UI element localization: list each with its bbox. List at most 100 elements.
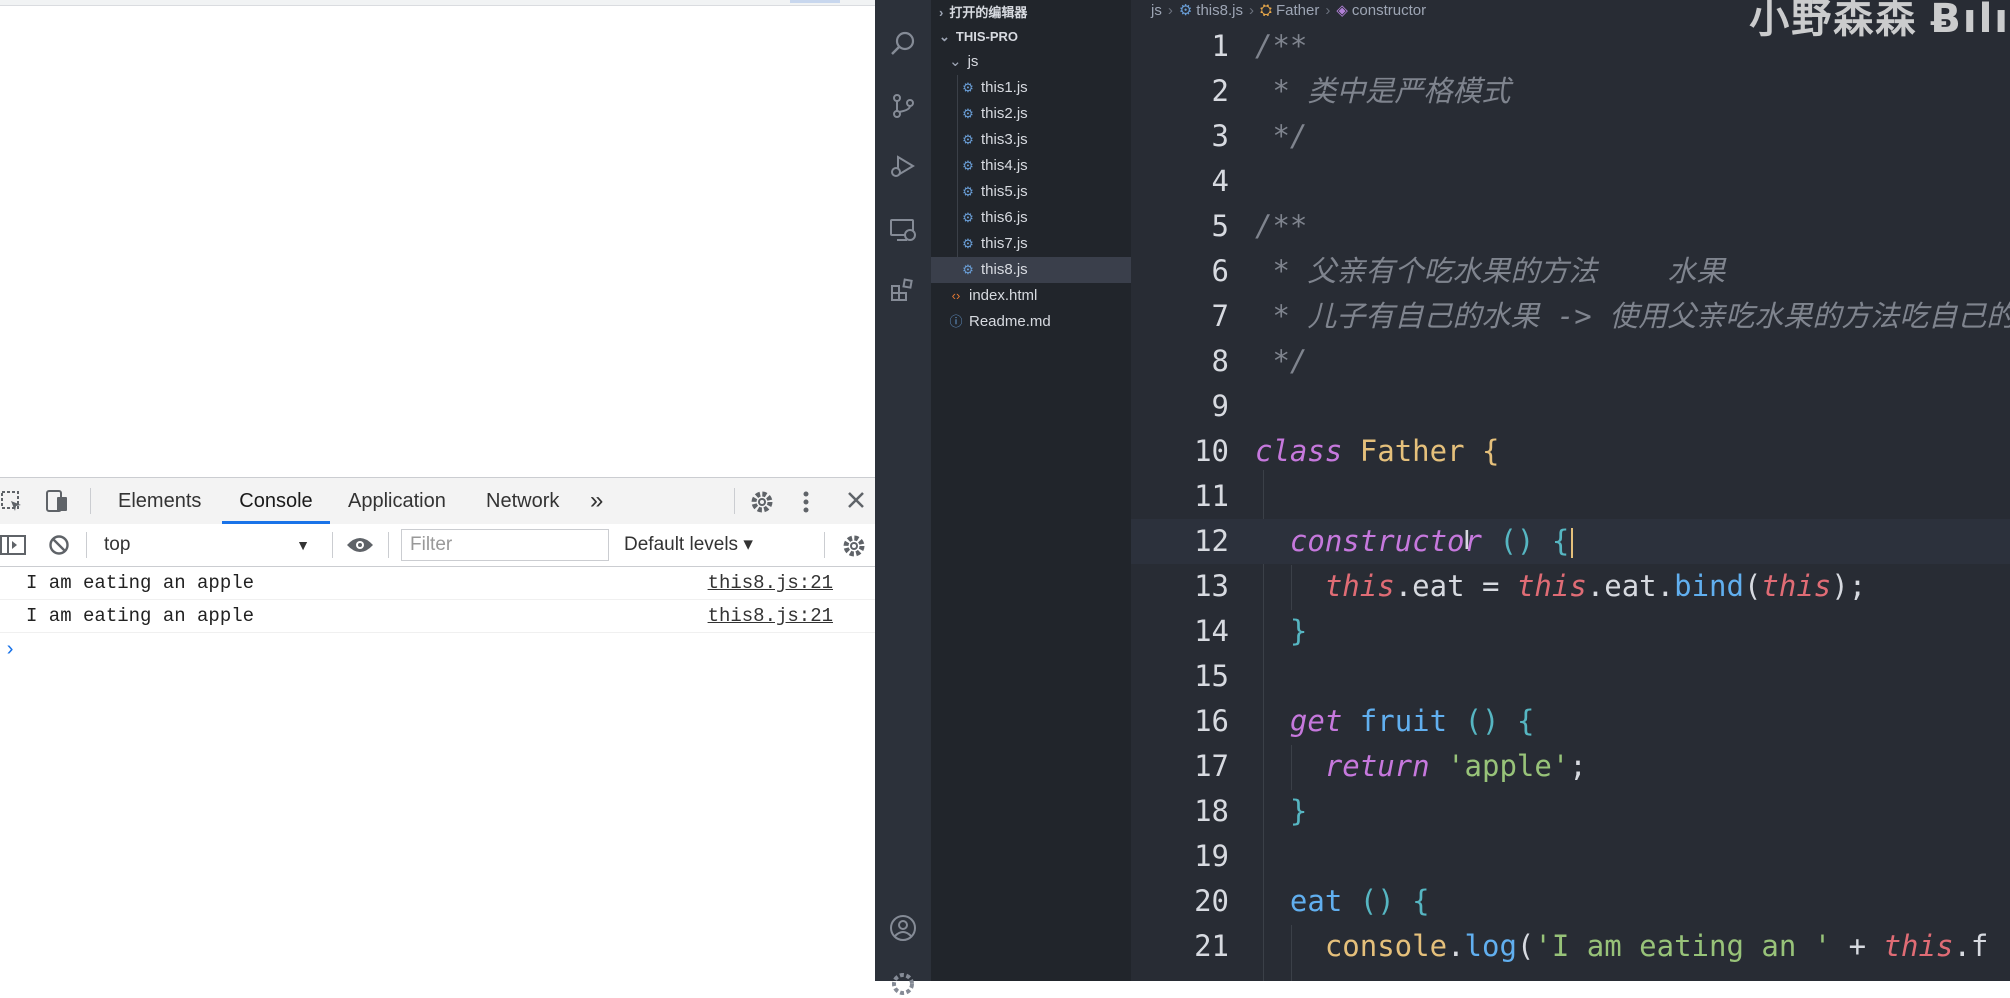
code-line: 5 /** (1131, 204, 2010, 249)
explorer-file[interactable]: ⚙ this3.js (931, 127, 1161, 153)
explorer-file[interactable]: ⚙ this4.js (931, 153, 1161, 179)
search-icon[interactable] (889, 30, 917, 58)
close-devtools-icon[interactable] (846, 490, 866, 514)
toolbar-separator (86, 532, 87, 558)
comment-token: * 类中是严格模式 (1255, 74, 1511, 108)
comment-token: */ (1255, 119, 1308, 153)
console-settings-gear-icon[interactable] (842, 534, 866, 562)
settings-gear-icon[interactable] (750, 490, 774, 518)
code-line: 21 console.log('I am eating an ' + this.… (1131, 924, 2010, 969)
project-folder[interactable]: ⌄ THIS-PRO (931, 24, 1139, 50)
open-editors-section[interactable]: › 打开的编辑器 (931, 0, 1139, 26)
console-filter-input[interactable] (408, 530, 602, 560)
file-label: this4.js (981, 157, 1028, 174)
run-debug-icon[interactable] (889, 152, 917, 180)
inspect-element-icon[interactable] (0, 490, 24, 518)
source-control-icon[interactable] (889, 92, 917, 120)
tab-console[interactable]: Console (222, 478, 330, 524)
breadcrumb: js › ⚙ this8.js › ⛭ Father › ◈ constructor (1151, 0, 1426, 22)
comment-token: /** (1255, 29, 1308, 63)
punctuation-token: . (1656, 569, 1675, 603)
js-file-icon: ⚙ (962, 184, 974, 199)
console-source-link[interactable]: this8.js:21 (708, 600, 833, 632)
devtools-tabbar: Elements Console Application Network » (0, 477, 875, 525)
explorer-file[interactable]: ⚙ this7.js (931, 231, 1161, 257)
object-token: console (1324, 929, 1448, 963)
explorer-file[interactable]: ⚙ this1.js (931, 75, 1161, 101)
explorer-file-selected[interactable]: ⚙ this8.js (931, 257, 1161, 283)
tab-application[interactable]: Application (338, 478, 456, 524)
code-line: 14 } (1131, 609, 2010, 654)
this-keyword-token: this (1883, 929, 1954, 963)
text-cursor (1571, 528, 1574, 558)
breadcrumb-separator: › (1167, 2, 1173, 19)
more-options-icon[interactable] (800, 490, 812, 518)
file-label: this7.js (981, 235, 1028, 252)
js-file-icon: ⚙ (962, 158, 974, 173)
clear-console-icon[interactable] (48, 534, 70, 560)
line-number: 9 (1211, 389, 1229, 423)
extensions-icon[interactable] (889, 276, 917, 304)
line-number: 21 (1194, 929, 1229, 963)
manage-gear-icon[interactable] (889, 970, 917, 998)
breadcrumb-item[interactable]: constructor (1352, 2, 1426, 19)
account-icon[interactable] (889, 914, 917, 942)
line-number: 16 (1194, 704, 1229, 738)
file-label: index.html (969, 287, 1038, 304)
code-line: 6 * 父亲有个吃水果的方法 水果 (1131, 249, 2010, 294)
explorer-file[interactable]: ⚙ this2.js (931, 101, 1161, 127)
string-token: 'I am eating an ' (1534, 929, 1832, 963)
code-line: 16 get fruit () { (1131, 699, 2010, 744)
string-token: 'apple' (1447, 749, 1570, 783)
console-source-link[interactable]: this8.js:21 (708, 567, 833, 599)
info-file-icon: ⓘ (949, 314, 963, 329)
log-levels-dropdown[interactable]: Default levels ▾ (624, 530, 753, 560)
breadcrumb-item[interactable]: Father (1276, 2, 1319, 19)
explorer-sidebar: › 打开的编辑器 ⌄ THIS-PRO ⌄ js ⚙ this1.js ⚙ this2.j… (931, 0, 1161, 981)
comment-token: /** (1255, 209, 1308, 243)
punctuation-token: ( (1516, 929, 1535, 963)
file-label: this5.js (981, 183, 1028, 200)
breadcrumb-separator: › (1325, 2, 1331, 19)
explorer-file[interactable]: ⓘ Readme.md (931, 309, 1149, 335)
browser-tab-accent (790, 0, 840, 3)
more-tabs-button[interactable]: » (580, 478, 613, 524)
console-message-text: I am eating an apple (26, 572, 255, 594)
punctuation-token: ); (1831, 569, 1867, 603)
console-toolbar: top ▼ Default levels ▾ (0, 524, 875, 567)
device-toolbar-icon[interactable] (44, 488, 70, 518)
file-label: this2.js (981, 105, 1028, 122)
function-token: bind (1674, 569, 1744, 603)
tab-network[interactable]: Network (476, 478, 569, 524)
property-token: eat (1412, 569, 1465, 603)
explorer-file[interactable]: ‹› index.html (931, 283, 1149, 309)
breadcrumb-separator: › (1248, 2, 1254, 19)
console-filter-box[interactable] (401, 529, 609, 561)
console-prompt[interactable]: › (4, 639, 16, 662)
explorer-file[interactable]: ⚙ this6.js (931, 205, 1161, 231)
tab-elements[interactable]: Elements (108, 478, 211, 524)
js-folder[interactable]: ⌄ js (931, 49, 1149, 75)
explorer-file[interactable]: ⚙ this5.js (931, 179, 1161, 205)
file-label: this1.js (981, 79, 1028, 96)
tabbar-separator (734, 488, 735, 514)
live-expression-eye-icon[interactable] (346, 536, 374, 558)
context-selector[interactable]: top ▼ (92, 530, 320, 560)
code-editor[interactable]: js › ⚙ this8.js › ⛭ Father › ◈ constructor 小野森森 Ƀ… (1131, 0, 2010, 981)
file-label: Readme.md (969, 313, 1051, 330)
code-line: 2 * 类中是严格模式 (1131, 69, 2010, 114)
js-file-icon: ⚙ (962, 236, 974, 251)
code-line: 10 class Father { (1131, 429, 2010, 474)
sidebar-toggle-icon[interactable] (0, 534, 26, 560)
line-number: 3 (1211, 119, 1229, 153)
breadcrumb-item[interactable]: js (1151, 2, 1162, 19)
breadcrumb-item[interactable]: this8.js (1196, 2, 1243, 19)
file-label: this3.js (981, 131, 1028, 148)
console-output[interactable]: I am eating an apple this8.js:21 I am ea… (0, 567, 875, 981)
line-number: 6 (1211, 254, 1229, 288)
js-file-icon: ⚙ (962, 132, 974, 147)
line-number: 10 (1194, 434, 1229, 468)
operator-token: = (1464, 569, 1517, 603)
remote-explorer-icon[interactable] (889, 216, 917, 244)
line-number: 4 (1211, 164, 1229, 198)
